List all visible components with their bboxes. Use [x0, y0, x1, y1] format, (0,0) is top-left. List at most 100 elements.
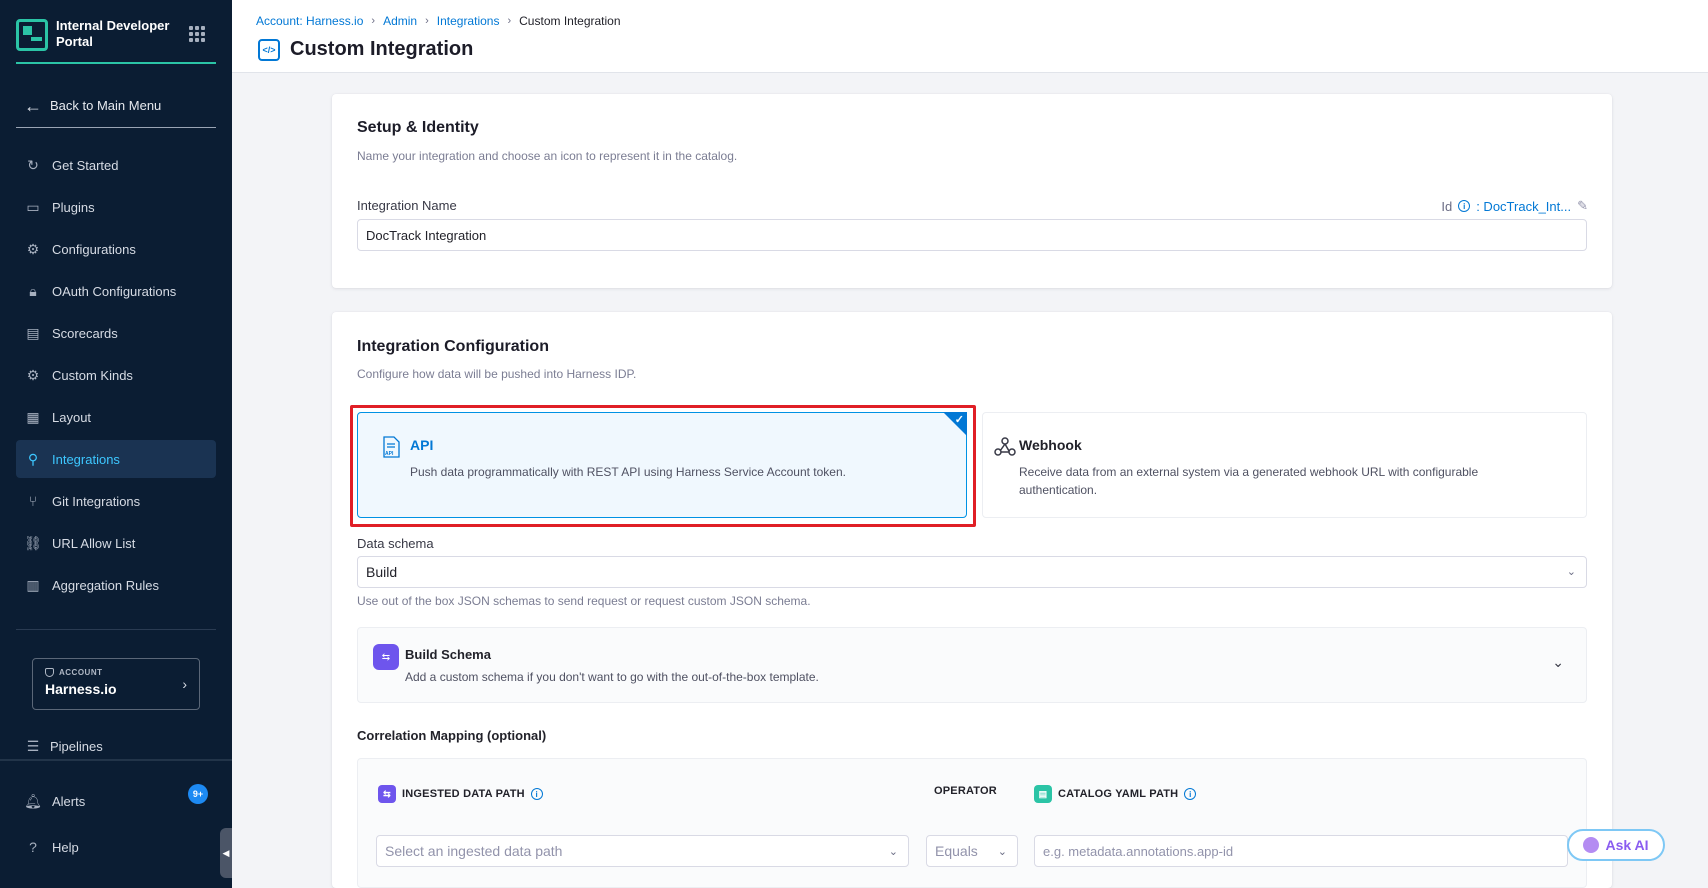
sidebar-item-integrations[interactable]: ⚲ Integrations: [16, 440, 216, 478]
operator-select[interactable]: Equals ⌄: [926, 835, 1018, 867]
option-api-card[interactable]: ✓ API API Push data programmatically wit…: [357, 412, 967, 518]
option-webhook-name: Webhook: [1019, 437, 1082, 453]
config-subtitle: Configure how data will be pushed into H…: [357, 367, 637, 381]
sidebar-item-label: Get Started: [52, 157, 119, 173]
build-schema-subtitle: Add a custom schema if you don't want to…: [405, 670, 819, 684]
setup-subtitle: Name your integration and choose an icon…: [357, 149, 738, 163]
config-title: Integration Configuration: [357, 338, 549, 355]
integration-name-input[interactable]: DocTrack Integration: [357, 219, 1587, 251]
catalog-yaml-path-input[interactable]: e.g. metadata.annotations.app-id: [1034, 835, 1568, 867]
sidebar-item-aggregation-rules[interactable]: ▥ Aggregation Rules: [16, 566, 216, 604]
data-schema-label: Data schema: [357, 536, 434, 551]
webhook-icon: [994, 437, 1016, 456]
info-icon[interactable]: i: [1184, 788, 1197, 800]
breadcrumb-integrations[interactable]: Integrations: [437, 14, 500, 28]
build-schema-title: Build Schema: [405, 647, 491, 662]
get-started-icon: ↻: [27, 156, 39, 173]
chevron-down-icon: ⌄: [1566, 566, 1576, 578]
plugins-icon: ▭: [26, 198, 40, 215]
setup-identity-card: Setup & Identity Name your integration a…: [332, 94, 1612, 288]
setup-title: Setup & Identity: [357, 119, 479, 136]
data-schema-select[interactable]: Build ⌄: [357, 556, 1587, 588]
idp-logo-icon: [16, 19, 48, 51]
schema-icon: ⇆: [373, 644, 399, 670]
account-label: ACCOUNT: [45, 668, 187, 677]
scorecard-icon: ▤: [26, 324, 40, 341]
breadcrumb: Account: Harness.io › Admin › Integratio…: [256, 14, 621, 28]
sidebar-divider: [16, 629, 216, 630]
page-title: </> Custom Integration: [258, 38, 473, 61]
ai-assistant-icon: [1583, 837, 1600, 853]
sidebar-item-label: Layout: [52, 409, 92, 425]
app-grid-icon[interactable]: [189, 26, 205, 42]
option-webhook-desc: Receive data from an external system via…: [1019, 465, 1479, 497]
info-icon[interactable]: i: [1458, 200, 1471, 212]
correlation-mapping-title: Correlation Mapping (optional): [357, 728, 547, 743]
column-header-label: CATALOG YAML PATH: [1058, 788, 1179, 800]
col-ingested-data-path: ⇆ INGESTED DATA PATH i: [378, 785, 543, 803]
ask-ai-label: Ask AI: [1605, 837, 1649, 853]
catalog-placeholder: e.g. metadata.annotations.app-id: [1043, 843, 1234, 859]
sidebar-nav: ↻ Get Started ▭ Plugins ⚙ Configurations…: [16, 146, 216, 608]
lock-icon: 🔒︎: [29, 282, 37, 299]
collapse-sidebar-handle[interactable]: ◀: [220, 828, 232, 878]
brand[interactable]: Internal Developer Portal: [16, 14, 216, 64]
chevron-down-icon[interactable]: ⌄: [1552, 654, 1564, 671]
sidebar-item-label: Help: [52, 839, 79, 855]
ingested-data-path-select[interactable]: Select an ingested data path ⌄: [376, 835, 909, 867]
account-switcher[interactable]: ACCOUNT Harness.io ›: [32, 658, 200, 710]
sidebar-item-custom-kinds[interactable]: ⚙ Custom Kinds: [16, 356, 216, 394]
chevron-right-icon: ›: [507, 15, 512, 27]
breadcrumb-account[interactable]: Account: Harness.io: [256, 14, 363, 28]
sidebar-item-alerts[interactable]: 🔔︎ Alerts 9+: [24, 784, 208, 810]
option-api-desc: Push data programmatically with REST API…: [410, 465, 846, 479]
id-label: Id: [1441, 198, 1453, 214]
breadcrumb-admin[interactable]: Admin: [383, 14, 417, 28]
sidebar-item-label: Alerts: [52, 793, 86, 809]
gear-icon: ⚙: [26, 366, 40, 383]
col-catalog-yaml-path: ▤ CATALOG YAML PATH i: [1034, 785, 1197, 803]
id-value: : DocTrack_Int...: [1476, 198, 1572, 214]
page-header: Account: Harness.io › Admin › Integratio…: [232, 0, 1708, 73]
sidebar-item-scorecards[interactable]: ▤ Scorecards: [16, 314, 216, 352]
chevron-down-icon: ⌄: [888, 846, 898, 858]
option-webhook-card[interactable]: Webhook Receive data from an external sy…: [982, 412, 1587, 518]
back-label: Back to Main Menu: [50, 98, 162, 113]
sidebar-item-label: Custom Kinds: [52, 367, 133, 383]
sidebar-item-configurations[interactable]: ⚙ Configurations: [16, 230, 216, 268]
sidebar-item-get-started[interactable]: ↻ Get Started: [16, 146, 216, 184]
sidebar-item-pipelines[interactable]: ☰ Pipelines: [24, 737, 103, 755]
info-icon[interactable]: i: [530, 788, 543, 800]
layout-icon: ▦: [26, 408, 40, 425]
sidebar-item-label: OAuth Configurations: [52, 283, 177, 299]
chevron-down-icon: ⌄: [997, 846, 1007, 858]
option-api-name: API: [410, 437, 434, 453]
ingested-placeholder: Select an ingested data path: [385, 843, 563, 859]
breadcrumb-current: Custom Integration: [519, 14, 621, 28]
pipelines-icon: ☰: [26, 737, 40, 754]
account-label-text: ACCOUNT: [59, 668, 103, 677]
sidebar-bottom-divider: [0, 759, 232, 761]
ingested-data-icon: ⇆: [378, 785, 396, 803]
edit-pencil-icon[interactable]: ✎: [1577, 198, 1588, 214]
back-to-main-menu-button[interactable]: ← Back to Main Menu: [16, 84, 216, 128]
alerts-badge: 9+: [188, 784, 208, 804]
sidebar-item-git-integrations[interactable]: ⑂ Git Integrations: [16, 482, 216, 520]
correlation-mapping-table: ⇆ INGESTED DATA PATH i OPERATOR ▤ CATALO…: [357, 758, 1587, 888]
data-schema-help: Use out of the box JSON schemas to send …: [357, 594, 811, 608]
sidebar-item-help[interactable]: ? Help: [24, 838, 79, 856]
build-schema-panel[interactable]: ⇆ Build Schema Add a custom schema if yo…: [357, 627, 1587, 703]
brand-title: Internal Developer Portal: [56, 18, 170, 49]
data-schema-value: Build: [366, 564, 398, 580]
integration-id: Id i : DocTrack_Int... ✎: [1441, 198, 1588, 214]
sidebar-item-url-allow-list[interactable]: ⛓ URL Allow List: [16, 524, 216, 562]
sidebar-item-plugins[interactable]: ▭ Plugins: [16, 188, 216, 226]
custom-integration-icon: </>: [258, 38, 280, 61]
integration-name-label: Integration Name: [357, 198, 457, 213]
aggregation-icon: ▥: [26, 576, 40, 593]
ask-ai-button[interactable]: Ask AI: [1567, 829, 1665, 861]
sidebar-item-label: Pipelines: [50, 738, 103, 754]
sidebar-item-layout[interactable]: ▦ Layout: [16, 398, 216, 436]
sidebar: Internal Developer Portal ← Back to Main…: [0, 0, 232, 888]
sidebar-item-oauth-configurations[interactable]: 🔒︎ OAuth Configurations: [16, 272, 216, 310]
